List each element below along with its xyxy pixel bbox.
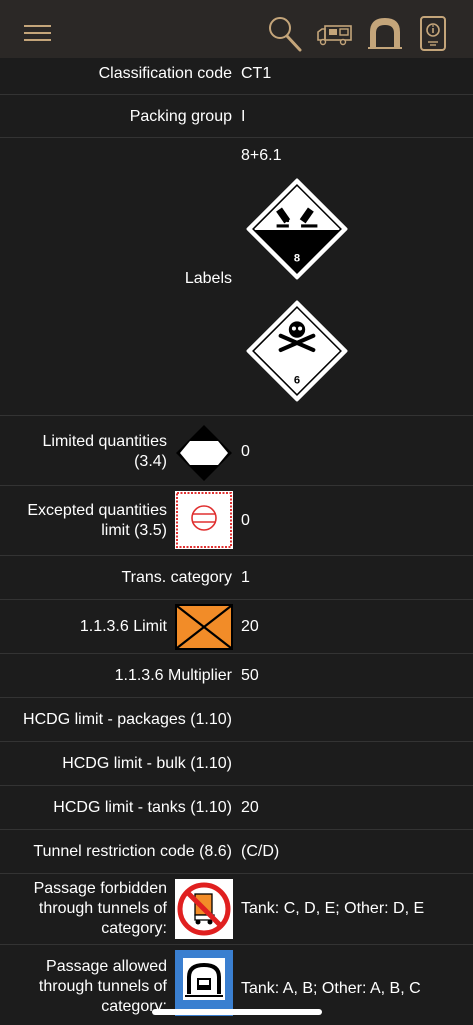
multiplier-1136-label: 1.1.3.6 Multiplier	[114, 667, 232, 684]
limit-1136-value: 20	[241, 618, 259, 635]
row-limited-quantities: Limited quantities (3.4) 0	[0, 416, 473, 486]
row-passage-forbidden: Passage forbidden through tunnels of cat…	[0, 874, 473, 945]
row-hcdg-bulk: HCDG limit - bulk (1.10)	[0, 742, 473, 786]
menu-icon[interactable]	[24, 25, 51, 43]
search-icon[interactable]	[266, 14, 304, 54]
row-excepted-quantities: Excepted quantities limit (3.5) 0	[0, 486, 473, 556]
limit-1136-label: 1.1.3.6 Limit	[79, 618, 167, 635]
row-hcdg-packages: HCDG limit - packages (1.10)	[0, 698, 473, 742]
row-packing-group: Packing group I	[0, 95, 473, 138]
label-number-6: 6	[294, 375, 300, 387]
multiplier-1136-value: 50	[241, 667, 259, 684]
home-indicator[interactable]	[152, 1009, 322, 1015]
classification-code-label: Classification code	[98, 65, 232, 82]
tunnel-icon[interactable]	[366, 14, 404, 54]
excepted-quantities-value: 0	[241, 512, 250, 529]
passage-allowed-value: Tank: A, B; Other: A, B, C	[241, 980, 421, 997]
row-classification-code: Classification code CT1	[0, 58, 473, 95]
limited-quantities-label: Limited quantities (3.4)	[42, 433, 167, 470]
row-1136-limit: 1.1.3.6 Limit 20	[0, 600, 473, 654]
labels-label: Labels	[184, 270, 232, 287]
hcdg-tanks-value: 20	[241, 799, 259, 816]
tunnel-restriction-code-value: (C/D)	[241, 843, 280, 860]
passage-forbidden-label: Passage forbidden through tunnels of cat…	[33, 880, 167, 937]
excepted-quantities-label: Excepted quantities limit (3.5)	[27, 502, 167, 539]
tunnel-category-sign-icon	[175, 950, 233, 1016]
transport-category-value: 1	[241, 569, 250, 586]
top-toolbar	[0, 0, 473, 58]
orange-plate-crossed-icon	[175, 604, 233, 650]
info-book-icon[interactable]	[418, 14, 448, 54]
passage-forbidden-value: Tank: C, D, E; Other: D, E	[241, 900, 425, 917]
label-number-8: 8	[294, 253, 300, 265]
row-hcdg-tanks: HCDG limit - tanks (1.10) 20	[0, 786, 473, 830]
row-tunnel-restriction-code: Tunnel restriction code (8.6) (C/D)	[0, 830, 473, 874]
limited-quantity-mark-icon	[176, 425, 232, 481]
class-8-corrosive-label-icon: 8	[246, 178, 348, 280]
hcdg-tanks-label: HCDG limit - tanks (1.10)	[53, 799, 232, 816]
hcdg-packages-label: HCDG limit - packages (1.10)	[23, 711, 232, 728]
tunnel-restriction-code-label: Tunnel restriction code (8.6)	[33, 843, 232, 860]
limited-quantities-value: 0	[241, 443, 250, 460]
row-1136-multiplier: 1.1.3.6 Multiplier 50	[0, 654, 473, 698]
passage-allowed-label: Passage allowed through tunnels of categ…	[38, 958, 167, 1015]
truck-icon[interactable]	[316, 14, 354, 54]
excepted-quantity-mark-icon	[175, 491, 233, 549]
packing-group-label: Packing group	[129, 108, 232, 125]
labels-value: 8+6.1	[241, 147, 282, 164]
row-transport-category: Trans. category 1	[0, 556, 473, 600]
transport-category-label: Trans. category	[121, 569, 232, 586]
packing-group-value: I	[241, 108, 246, 125]
no-dangerous-goods-sign-icon	[175, 879, 233, 939]
properties-list: Classification code CT1 Packing group I …	[0, 58, 473, 1025]
row-labels: 8+6.1 Labels 8 6	[0, 138, 473, 416]
classification-code-value: CT1	[241, 65, 272, 82]
hcdg-bulk-label: HCDG limit - bulk (1.10)	[62, 755, 232, 772]
class-6-toxic-label-icon: 6	[246, 300, 348, 402]
